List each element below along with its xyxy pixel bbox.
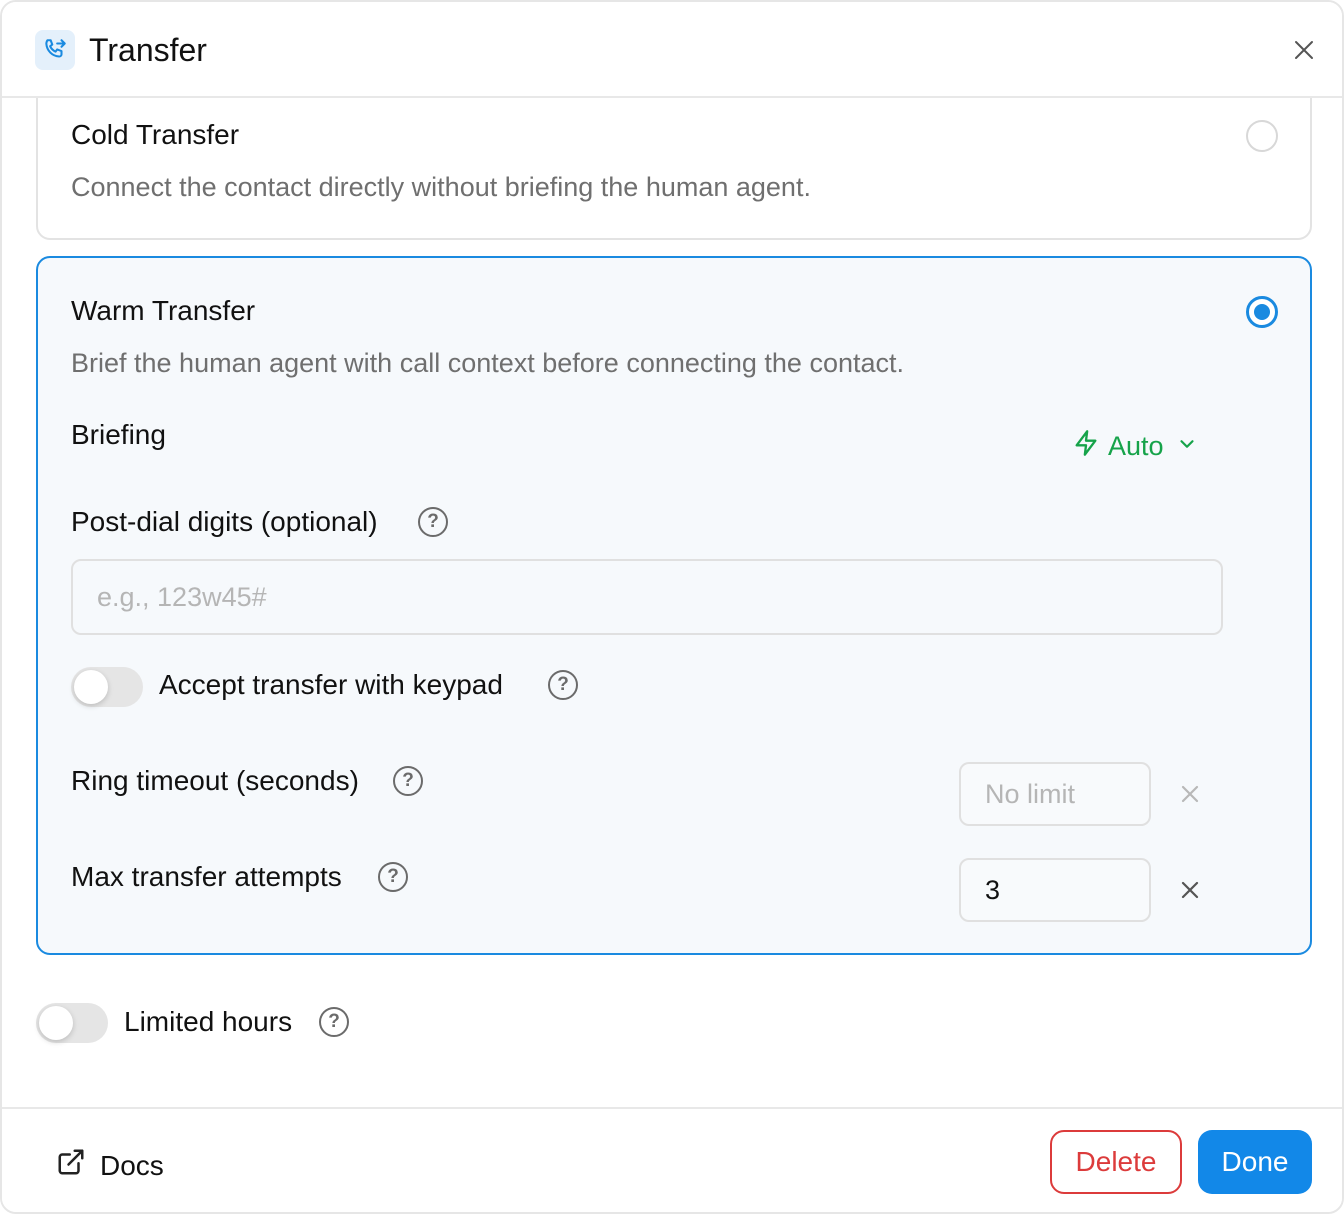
ring-timeout-label: Ring timeout (seconds)	[71, 765, 359, 796]
ring-timeout-clear-icon[interactable]	[1176, 780, 1204, 808]
cold-transfer-title: Cold Transfer	[71, 119, 240, 150]
lightning-icon	[1072, 428, 1100, 465]
warm-transfer-title: Warm Transfer	[71, 295, 256, 326]
post-dial-help-icon[interactable]: ?	[418, 507, 448, 537]
docs-link[interactable]: Docs	[56, 1147, 164, 1184]
modal-title: Transfer	[89, 32, 207, 68]
keypad-accept-label: Accept transfer with keypad	[159, 669, 503, 700]
warm-transfer-radio[interactable]	[1246, 296, 1278, 328]
max-attempts-label: Max transfer attempts	[71, 861, 342, 892]
external-link-icon	[56, 1147, 86, 1184]
ring-timeout-input[interactable]	[959, 762, 1151, 826]
max-attempts-help-icon[interactable]: ?	[378, 862, 408, 892]
delete-button[interactable]: Delete	[1050, 1130, 1182, 1194]
docs-label: Docs	[100, 1149, 164, 1181]
phone-transfer-icon	[35, 30, 75, 70]
warm-transfer-option[interactable]: Warm Transfer Brief the human agent with…	[36, 256, 1312, 955]
post-dial-label: Post-dial digits (optional)	[71, 506, 378, 537]
warm-transfer-description: Brief the human agent with call context …	[71, 348, 905, 378]
toggle-knob	[74, 670, 108, 704]
ring-timeout-help-icon[interactable]: ?	[393, 766, 423, 796]
modal-header: Transfer	[2, 2, 1342, 98]
limited-hours-label: Limited hours	[124, 1006, 293, 1037]
modal-footer: Docs Delete Done	[2, 1107, 1342, 1212]
cold-transfer-description: Connect the contact directly without bri…	[71, 172, 811, 202]
done-button[interactable]: Done	[1198, 1130, 1312, 1194]
cold-transfer-radio[interactable]	[1246, 120, 1278, 152]
max-attempts-input[interactable]	[959, 858, 1151, 922]
briefing-mode-value: Auto	[1108, 430, 1164, 461]
briefing-mode-dropdown[interactable]: Auto	[1072, 426, 1198, 466]
limited-hours-toggle[interactable]	[36, 1003, 108, 1043]
chevron-down-icon	[1176, 431, 1198, 462]
post-dial-input[interactable]	[71, 559, 1223, 635]
keypad-help-icon[interactable]: ?	[548, 670, 578, 700]
transfer-modal: Cold Transfer Connect the contact direct…	[0, 0, 1344, 1214]
briefing-label: Briefing	[71, 419, 166, 450]
close-icon[interactable]	[1286, 32, 1322, 68]
limited-hours-help-icon[interactable]: ?	[319, 1007, 349, 1037]
toggle-knob	[39, 1006, 73, 1040]
max-attempts-clear-icon[interactable]	[1176, 876, 1204, 904]
keypad-accept-toggle[interactable]	[71, 667, 143, 707]
